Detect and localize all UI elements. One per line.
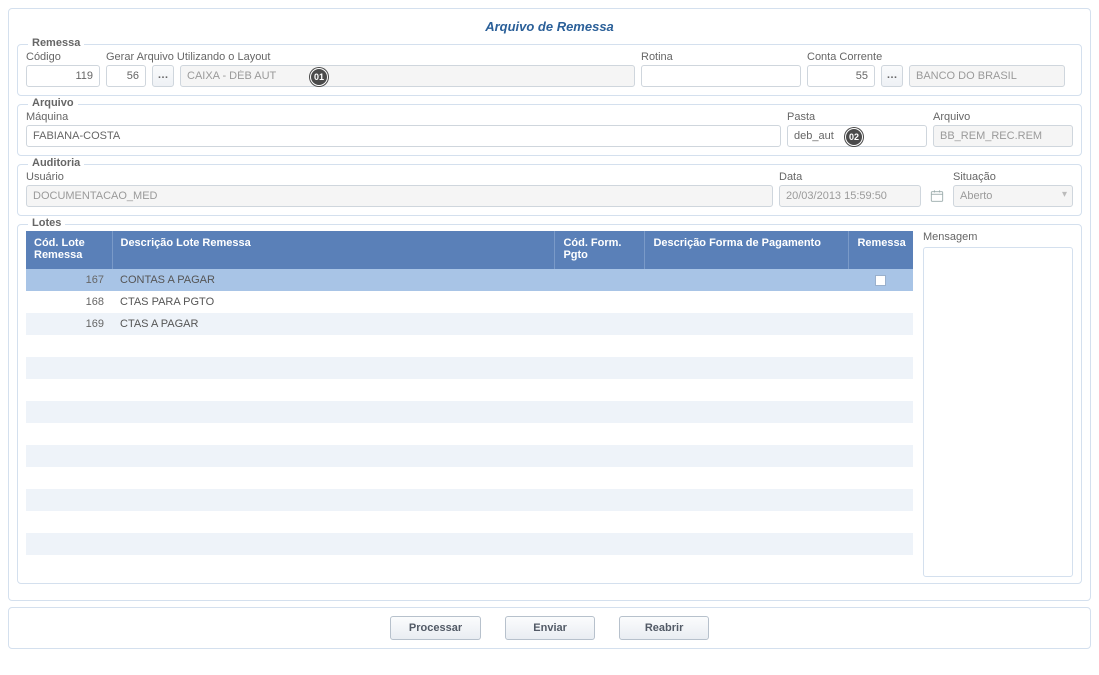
situacao-label: Situação (953, 171, 1073, 183)
table-row[interactable] (26, 467, 913, 489)
enviar-button[interactable]: Enviar (505, 616, 595, 640)
banco-input (909, 65, 1065, 87)
usuario-input (26, 185, 773, 207)
fieldset-remessa: Remessa Código Gerar Arquivo Utilizando … (17, 44, 1082, 96)
table-row[interactable] (26, 533, 913, 555)
fieldset-auditoria: Auditoria Usuário Data (17, 164, 1082, 216)
legend-auditoria: Auditoria (28, 157, 84, 169)
maquina-input[interactable] (26, 125, 781, 147)
layout-code-input[interactable] (106, 65, 146, 87)
legend-lotes: Lotes (28, 217, 65, 229)
table-row[interactable] (26, 379, 913, 401)
rotina-input[interactable] (641, 65, 801, 87)
table-row[interactable] (26, 489, 913, 511)
mensagem-label: Mensagem (923, 231, 1073, 243)
main-panel: Arquivo de Remessa Remessa Código Gerar … (8, 8, 1091, 601)
layout-lookup-button[interactable]: … (152, 65, 174, 87)
table-row[interactable] (26, 445, 913, 467)
table-row[interactable] (26, 511, 913, 533)
rotina-label: Rotina (641, 51, 801, 63)
table-row[interactable] (26, 423, 913, 445)
annotation-marker-01: 01 (310, 68, 328, 86)
page-title: Arquivo de Remessa (17, 19, 1082, 34)
col-desc-form[interactable]: Descrição Forma de Pagamento (645, 231, 849, 269)
ellipsis-icon: … (887, 69, 898, 81)
legend-remessa: Remessa (28, 37, 84, 49)
col-cod-lote[interactable]: Cód. Lote Remessa (26, 231, 112, 269)
data-input (779, 185, 921, 207)
lotes-table[interactable]: Cód. Lote Remessa Descrição Lote Remessa… (26, 231, 913, 555)
fieldset-arquivo: Arquivo Máquina Pasta 02 Arquivo (17, 104, 1082, 156)
annotation-marker-02: 02 (845, 128, 863, 146)
arquivo-name-label: Arquivo (933, 111, 1073, 123)
table-row[interactable] (26, 401, 913, 423)
table-row[interactable] (26, 335, 913, 357)
table-row[interactable] (26, 357, 913, 379)
legend-arquivo: Arquivo (28, 97, 78, 109)
fieldset-lotes: Lotes Cód. Lote Remessa Descrição Lote R… (17, 224, 1082, 584)
pasta-label: Pasta (787, 111, 927, 123)
col-desc-lote[interactable]: Descrição Lote Remessa (112, 231, 555, 269)
layout-desc-input (180, 65, 635, 87)
reabrir-button[interactable]: Reabrir (619, 616, 709, 640)
calendar-icon[interactable] (927, 185, 947, 207)
layout-label: Gerar Arquivo Utilizando o Layout (106, 51, 635, 63)
table-row[interactable]: 169CTAS A PAGAR (26, 313, 913, 335)
col-cod-form[interactable]: Cód. Form. Pgto (555, 231, 645, 269)
processar-button[interactable]: Processar (390, 616, 481, 640)
col-remessa[interactable]: Remessa (849, 231, 913, 269)
codigo-label: Código (26, 51, 100, 63)
maquina-label: Máquina (26, 111, 781, 123)
situacao-select[interactable] (953, 185, 1073, 207)
conta-lookup-button[interactable]: … (881, 65, 903, 87)
arquivo-name-input (933, 125, 1073, 147)
usuario-label: Usuário (26, 171, 773, 183)
conta-input[interactable] (807, 65, 875, 87)
mensagem-box[interactable] (923, 247, 1073, 577)
footer-bar: Processar Enviar Reabrir (8, 607, 1091, 649)
data-label: Data (779, 171, 947, 183)
remessa-checkbox[interactable] (875, 275, 886, 286)
ellipsis-icon: … (158, 69, 169, 81)
table-row[interactable]: 167CONTAS A PAGAR (26, 269, 913, 291)
conta-label: Conta Corrente (807, 51, 1065, 63)
table-row[interactable]: 168CTAS PARA PGTO (26, 291, 913, 313)
codigo-input[interactable] (26, 65, 100, 87)
